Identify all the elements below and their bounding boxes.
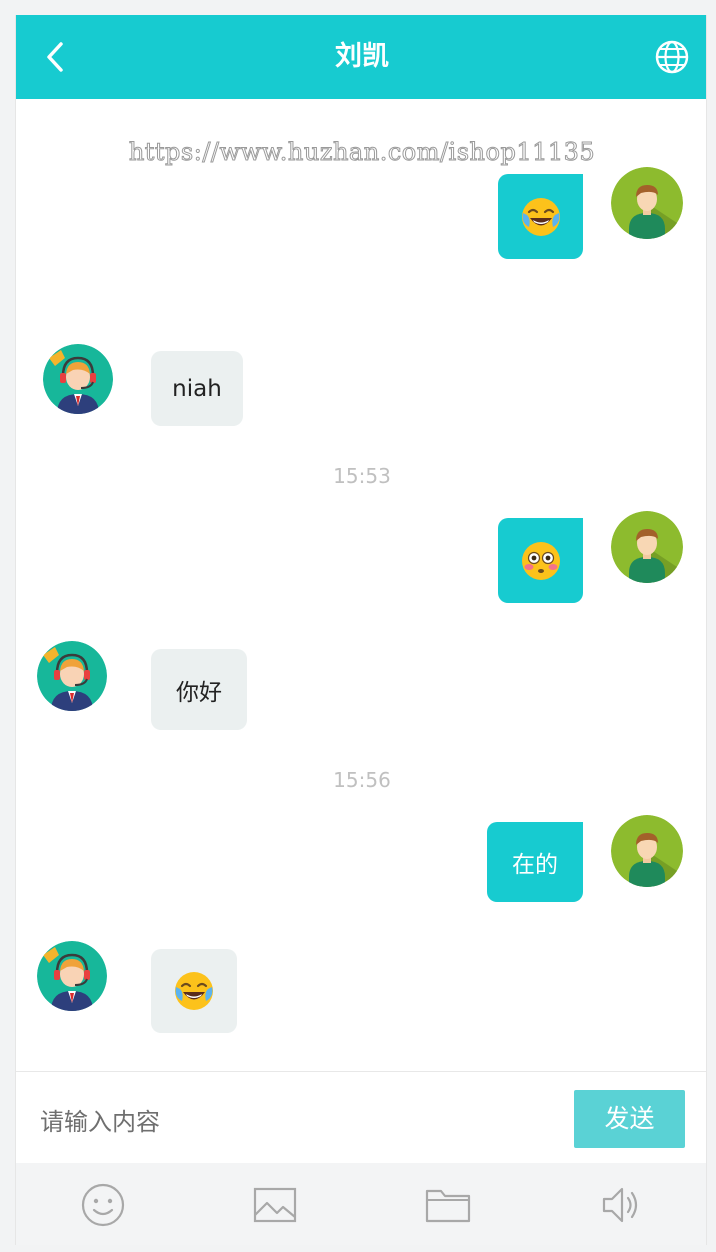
message-bubble-outgoing[interactable] xyxy=(498,174,583,259)
agent-avatar[interactable] xyxy=(37,941,107,1011)
message-text: niah xyxy=(172,375,222,402)
top-bar: 刘凯 xyxy=(16,15,706,99)
user-avatar[interactable] xyxy=(611,167,683,239)
user-avatar[interactable] xyxy=(611,815,683,887)
chat-title: 刘凯 xyxy=(335,41,389,72)
bottom-toolbar xyxy=(16,1163,706,1245)
timestamp: 15:56 xyxy=(333,768,391,792)
message-text: 在的 xyxy=(512,852,558,878)
message-bubble-incoming[interactable]: 你好 xyxy=(151,649,247,730)
message-bubble-incoming[interactable]: niah xyxy=(151,351,243,426)
composer: 请输入内容 发送 xyxy=(16,1071,706,1163)
message-bubble-outgoing[interactable]: 在的 xyxy=(487,822,583,902)
speaker-icon[interactable] xyxy=(598,1181,646,1229)
emoji-icon[interactable] xyxy=(79,1181,127,1229)
globe-icon[interactable] xyxy=(654,39,690,75)
message-text: 你好 xyxy=(176,679,222,706)
flushed-face-icon xyxy=(521,541,560,580)
folder-icon[interactable] xyxy=(424,1181,472,1229)
user-avatar[interactable] xyxy=(611,511,683,583)
agent-avatar[interactable] xyxy=(43,344,113,414)
watermark: https://www.huzhan.com/ishop11135 xyxy=(128,138,596,167)
timestamp: 15:53 xyxy=(333,464,391,488)
send-button[interactable]: 发送 xyxy=(574,1090,685,1148)
chat-screen: 刘凯 https://www.huzhan.com/ishop11135 nia… xyxy=(15,15,707,1245)
message-bubble-incoming[interactable] xyxy=(151,949,237,1033)
image-icon[interactable] xyxy=(251,1181,299,1229)
message-input[interactable]: 请输入内容 xyxy=(40,1102,160,1137)
face-with-tears-of-joy-icon xyxy=(521,197,560,236)
agent-avatar[interactable] xyxy=(37,641,107,711)
face-with-tears-of-joy-icon xyxy=(175,972,213,1010)
message-bubble-outgoing[interactable] xyxy=(498,518,583,603)
